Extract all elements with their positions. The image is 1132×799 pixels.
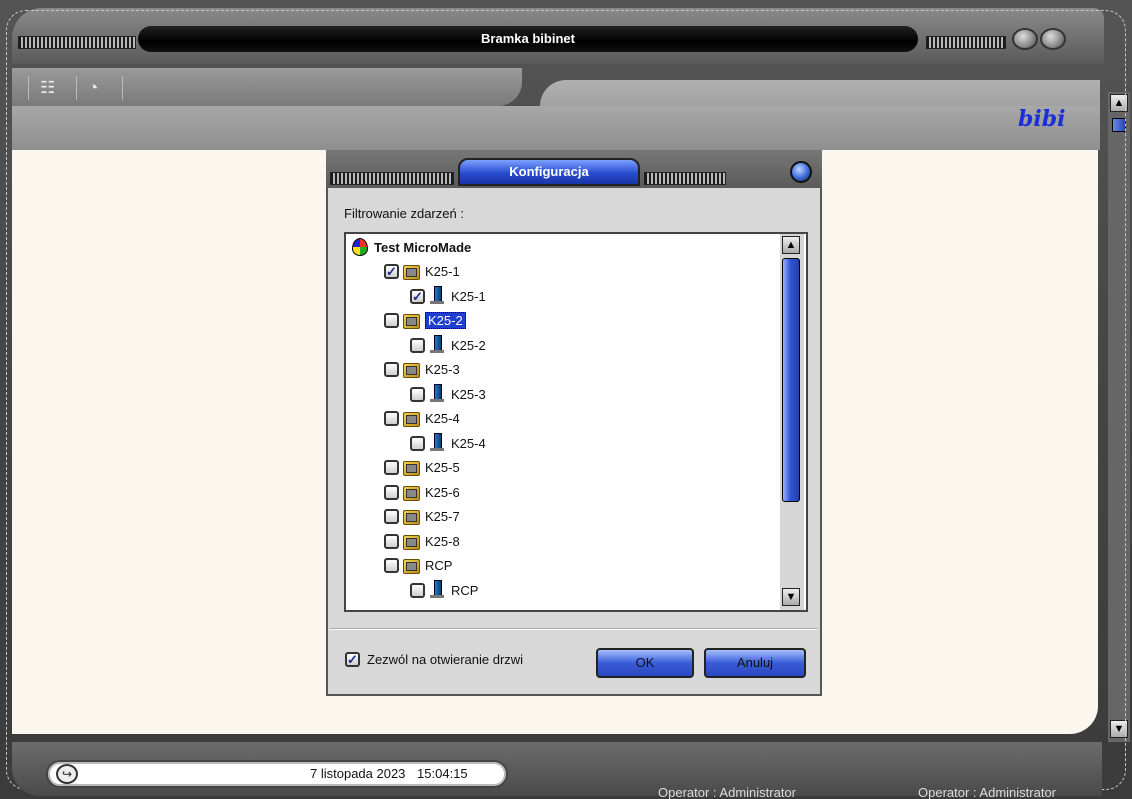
app-window: Bramka bibinet ☷ ◔ bibi ▲ ▼ ↪ 7 listopad…	[0, 0, 1132, 799]
tree-node-label: K25-2	[425, 312, 466, 329]
tree-node-label: K25-1	[451, 288, 486, 304]
dialog-title: Konfiguracja	[458, 158, 640, 186]
tree-node-label: K25-2	[451, 337, 486, 353]
tree-node[interactable]: K25-2	[410, 334, 486, 356]
tree-node-label: K25-3	[451, 386, 486, 402]
group-icon	[402, 484, 420, 501]
group-icon	[402, 508, 420, 525]
door-icon	[428, 335, 446, 355]
tree-node-label: K25-6	[425, 484, 460, 500]
tree-node-label: K25-4	[425, 411, 460, 426]
tree-node-label: K25-3	[425, 362, 460, 377]
tree-node[interactable]: K25-4	[410, 432, 486, 454]
tree-node[interactable]: K25-7	[384, 506, 460, 528]
group-icon	[402, 361, 420, 378]
system-icon	[352, 238, 368, 256]
tree-node[interactable]: RCP	[384, 555, 452, 577]
allow-open-checkbox[interactable]: ✓	[345, 652, 360, 667]
tree-node-checkbox[interactable]	[384, 558, 399, 573]
tree-node-checkbox[interactable]	[384, 362, 399, 377]
event-filter-tree[interactable]: Test MicroMade ✓ K25-1 ✓ K25-1 K25-2 K25-2 K25-…	[344, 232, 808, 612]
tree-root[interactable]: Test MicroMade	[352, 236, 471, 258]
tree-node[interactable]: K25-3	[410, 383, 486, 405]
tree-node[interactable]: K25-6	[384, 481, 460, 503]
tree-node-checkbox[interactable]	[384, 484, 399, 500]
door-icon	[428, 580, 446, 600]
tree-node-label: K25-4	[451, 435, 486, 451]
tree-node[interactable]: RCP	[410, 579, 478, 601]
door-icon	[428, 286, 446, 306]
dialog-grill-right	[644, 172, 726, 185]
tree-node[interactable]: K25-5	[384, 457, 460, 479]
tree-node[interactable]: K25-8	[384, 530, 460, 552]
group-icon	[402, 557, 420, 574]
tree-node[interactable]: K25-4	[384, 408, 460, 430]
tree-scroll-up-button[interactable]: ▲	[782, 236, 800, 254]
group-icon	[402, 459, 420, 476]
tree-node-checkbox[interactable]	[384, 313, 399, 328]
tree-node[interactable]: K25-3	[384, 359, 460, 381]
tree-root-label: Test MicroMade	[374, 239, 472, 255]
status-datetime: 7 listopada 2023 15:04:15	[310, 766, 468, 781]
group-icon	[402, 410, 420, 427]
tree-node-label: RCP	[425, 558, 453, 573]
tree-node-checkbox[interactable]	[410, 386, 425, 402]
tree-node-checkbox[interactable]	[384, 460, 399, 475]
tree-node[interactable]: K25-2	[384, 310, 466, 332]
tree-node-checkbox[interactable]	[410, 337, 425, 353]
dialog-divider	[330, 628, 818, 630]
group-icon	[402, 312, 420, 329]
tree-node-checkbox[interactable]	[410, 435, 425, 451]
status-date: 7 listopada 2023	[310, 766, 406, 781]
cancel-button[interactable]: Anuluj	[704, 648, 806, 678]
tree-node-checkbox[interactable]: ✓	[384, 264, 399, 279]
operator-label-right: Operator : Administrator	[918, 785, 1056, 799]
tree-node[interactable]: ✓ K25-1	[384, 261, 460, 283]
tree-node-label: K25-5	[425, 460, 460, 475]
tree-node-label: K25-7	[425, 509, 460, 524]
group-icon	[402, 263, 420, 280]
tree-scroll-down-button[interactable]: ▼	[782, 588, 800, 606]
tree-node-checkbox[interactable]	[410, 582, 425, 598]
exit-icon[interactable]: ↪	[56, 764, 78, 784]
status-time: 15:04:15	[417, 766, 468, 781]
door-icon	[428, 384, 446, 404]
dialog-close-button[interactable]	[790, 161, 812, 183]
group-icon	[402, 533, 420, 550]
tree-node[interactable]: ✓ K25-1	[410, 285, 486, 307]
filter-label: Filtrowanie zdarzeń :	[344, 206, 464, 221]
dialog-grill-left	[330, 172, 454, 185]
ok-button[interactable]: OK	[596, 648, 694, 678]
operator-label: Operator : Administrator	[658, 785, 796, 799]
tree-node-label: K25-1	[425, 264, 460, 279]
tree-node-label: RCP	[451, 582, 479, 598]
allow-open-option[interactable]: ✓ Zezwól na otwieranie drzwi	[345, 652, 523, 667]
door-icon	[428, 433, 446, 453]
tree-node-checkbox[interactable]: ✓	[410, 288, 425, 304]
tree-scroll-thumb[interactable]	[782, 258, 800, 502]
tree-node-checkbox[interactable]	[384, 533, 399, 549]
tree-node-checkbox[interactable]	[384, 509, 399, 524]
tree-node-checkbox[interactable]	[384, 411, 399, 426]
allow-open-label: Zezwól na otwieranie drzwi	[367, 652, 524, 667]
tree-node-label: K25-8	[425, 533, 460, 549]
